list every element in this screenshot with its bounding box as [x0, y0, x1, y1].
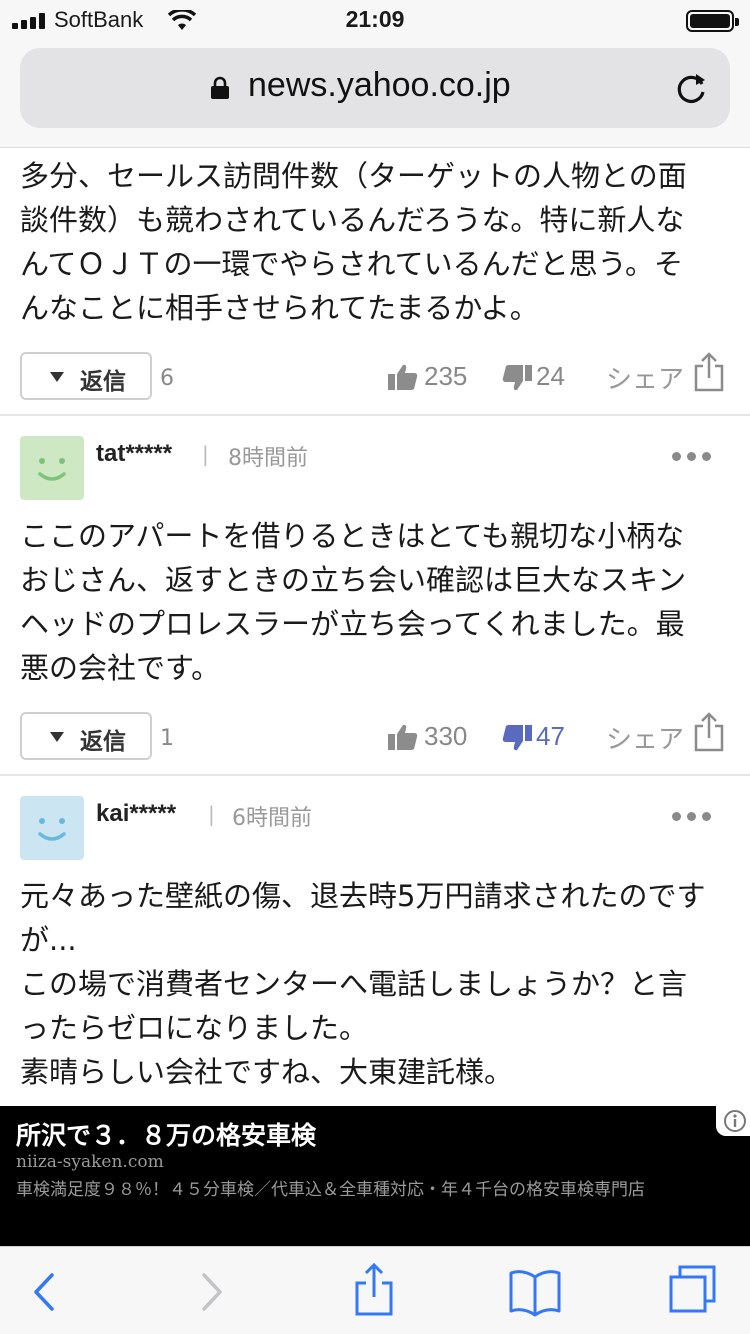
avatar[interactable] — [20, 436, 84, 500]
browser-toolbar — [0, 1246, 750, 1334]
url-text: news.yahoo.co.jp — [248, 66, 511, 104]
reply-count: 6 — [160, 366, 174, 391]
address-bar[interactable]: news.yahoo.co.jp — [20, 48, 730, 128]
reply-label: 返信 — [80, 369, 126, 395]
battery-icon — [686, 10, 739, 32]
more-options-icon[interactable] — [672, 812, 712, 822]
time-ago: 8時間前 — [228, 446, 308, 471]
status-bar: SoftBank 21:09 — [0, 0, 750, 40]
triangle-down-icon — [50, 372, 64, 382]
thumbs-down-icon[interactable] — [502, 364, 532, 392]
comment-body: 多分、セールス訪問件数（ターゲットの人物との面 談件数）も競わされているんだろう… — [20, 159, 687, 325]
smiley-icon — [38, 458, 66, 481]
clock: 21:09 — [345, 6, 405, 32]
reply-label: 返信 — [80, 729, 126, 755]
smiley-icon — [38, 818, 66, 841]
reload-icon[interactable] — [674, 70, 710, 106]
separator: | — [202, 442, 209, 466]
avatar[interactable] — [20, 796, 84, 860]
ad-banner[interactable]: 所沢で３．８万の格安車検 niiza-syaken.com 車検満足度９８％！４… — [0, 1106, 750, 1246]
browser-address-area: news.yahoo.co.jp — [0, 40, 750, 148]
lock-icon — [211, 76, 229, 99]
comment-body: 元々あった壁紙の傷、退去時5万円請求されたのです が... この場で消費者センタ… — [20, 879, 706, 1089]
share-icon[interactable] — [694, 352, 724, 392]
like-count: 235 — [424, 361, 468, 391]
ad-description: 車検満足度９８％！４５分車検／代車込＆全車種対応・年４千台の格安車検専門店 — [16, 1180, 645, 1200]
triangle-down-icon — [50, 732, 64, 742]
forward-icon[interactable] — [196, 1247, 226, 1334]
thumbs-down-icon[interactable] — [502, 724, 532, 752]
reply-button[interactable]: 返信 — [20, 712, 152, 760]
ad-title[interactable]: 所沢で３．８万の格安車検 — [16, 1116, 316, 1152]
share-icon[interactable] — [354, 1247, 394, 1334]
bookmarks-icon[interactable] — [508, 1247, 562, 1334]
time-ago: 6時間前 — [232, 806, 312, 831]
more-options-icon[interactable] — [672, 452, 712, 462]
back-icon[interactable] — [28, 1247, 58, 1334]
reply-button[interactable]: 返信 — [20, 352, 152, 400]
dislike-count: 24 — [536, 361, 565, 391]
username[interactable]: kai***** — [96, 800, 176, 828]
thumbs-up-icon[interactable] — [388, 723, 418, 751]
dislike-count: 47 — [536, 721, 565, 751]
thumbs-up-icon[interactable] — [388, 363, 418, 391]
like-count: 330 — [424, 721, 468, 751]
share-label[interactable]: シェア — [606, 719, 684, 756]
tabs-icon[interactable] — [668, 1247, 718, 1334]
separator: | — [208, 802, 215, 826]
share-label[interactable]: シェア — [606, 359, 684, 396]
username[interactable]: tat***** — [96, 440, 172, 468]
comment-body: ここのアパートを借りるときはとても親切な小柄な おじさん、返すときの立ち会い確認… — [20, 519, 687, 685]
reply-count: 1 — [160, 726, 174, 751]
ad-info-icon[interactable] — [716, 1106, 750, 1136]
share-icon[interactable] — [694, 712, 724, 752]
divider — [0, 774, 750, 776]
ad-domain: niiza-syaken.com — [16, 1152, 164, 1172]
divider — [0, 414, 750, 416]
